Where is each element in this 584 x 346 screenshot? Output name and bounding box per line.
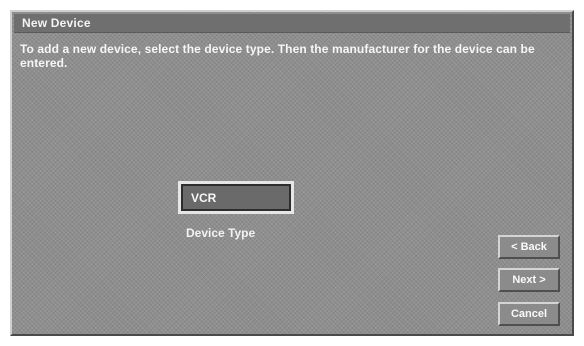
cancel-button[interactable]: Cancel bbox=[498, 302, 560, 326]
title-bar: New Device bbox=[14, 14, 570, 33]
device-type-label: Device Type bbox=[186, 226, 256, 240]
back-button[interactable]: < Back bbox=[498, 235, 560, 259]
device-type-value: VCR bbox=[191, 191, 217, 205]
new-device-dialog: New Device To add a new device, select t… bbox=[10, 10, 574, 336]
window-title: New Device bbox=[22, 16, 91, 30]
instructions-text: To add a new device, select the device t… bbox=[20, 42, 535, 70]
device-type-selector[interactable]: VCR bbox=[178, 181, 294, 214]
next-button[interactable]: Next > bbox=[498, 268, 560, 292]
